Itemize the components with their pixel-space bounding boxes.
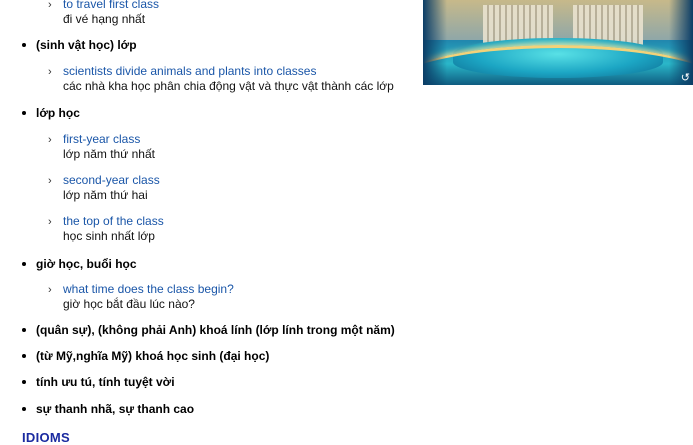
example-english[interactable]: scientists divide animals and plants int…	[63, 64, 316, 79]
sense-label: (từ Mỹ,nghĩa Mỹ) khoá học sinh (đại học)	[36, 349, 270, 363]
sense-label: sự thanh nhã, sự thanh cao	[36, 402, 195, 416]
sub-bullet-icon: ›	[48, 0, 52, 11]
sense-label: lớp học	[36, 106, 80, 120]
ad-frame-left	[423, 0, 447, 85]
bullet-icon	[22, 354, 26, 358]
example-vietnamese: giờ học bắt đầu lúc nào?	[63, 297, 195, 311]
sub-bullet-icon: ›	[48, 216, 52, 228]
reload-icon[interactable]: ↺	[681, 71, 690, 84]
sub-bullet-icon: ›	[48, 284, 52, 296]
example-english[interactable]: what time does the class begin?	[63, 282, 234, 297]
bullet-icon	[22, 380, 26, 384]
sense-label: (sinh vật học) lớp	[36, 38, 137, 52]
sense-label: (quân sự), (không phải Anh) khoá lính (l…	[36, 323, 395, 337]
bullet-icon	[22, 262, 26, 266]
example-english[interactable]: second-year class	[63, 173, 160, 188]
bullet-icon	[22, 328, 26, 332]
ad-sky	[423, 0, 693, 40]
sub-bullet-icon: ›	[48, 175, 52, 187]
example-vietnamese: lớp năm thứ hai	[63, 188, 148, 202]
example-vietnamese: lớp năm thứ nhất	[63, 147, 155, 161]
bullet-icon	[22, 111, 26, 115]
advertisement-banner[interactable]: ↺	[423, 0, 693, 85]
example-english[interactable]: the top of the class	[63, 214, 164, 229]
example-vietnamese: các nhà kha học phân chia động vật và th…	[63, 79, 394, 93]
bullet-icon	[22, 407, 26, 411]
idioms-heading: IDIOMS	[22, 430, 71, 445]
example-vietnamese: học sinh nhất lớp	[63, 229, 155, 243]
example-english[interactable]: first-year class	[63, 132, 140, 147]
sub-bullet-icon: ›	[48, 66, 52, 78]
sense-label: tính ưu tú, tính tuyệt vời	[36, 375, 175, 389]
bullet-icon	[22, 43, 26, 47]
sense-label: giờ học, buổi học	[36, 257, 137, 271]
sub-bullet-icon: ›	[48, 134, 52, 146]
example-vietnamese: đi vé hạng nhất	[63, 12, 146, 26]
example-english[interactable]: to travel first class	[63, 0, 159, 12]
